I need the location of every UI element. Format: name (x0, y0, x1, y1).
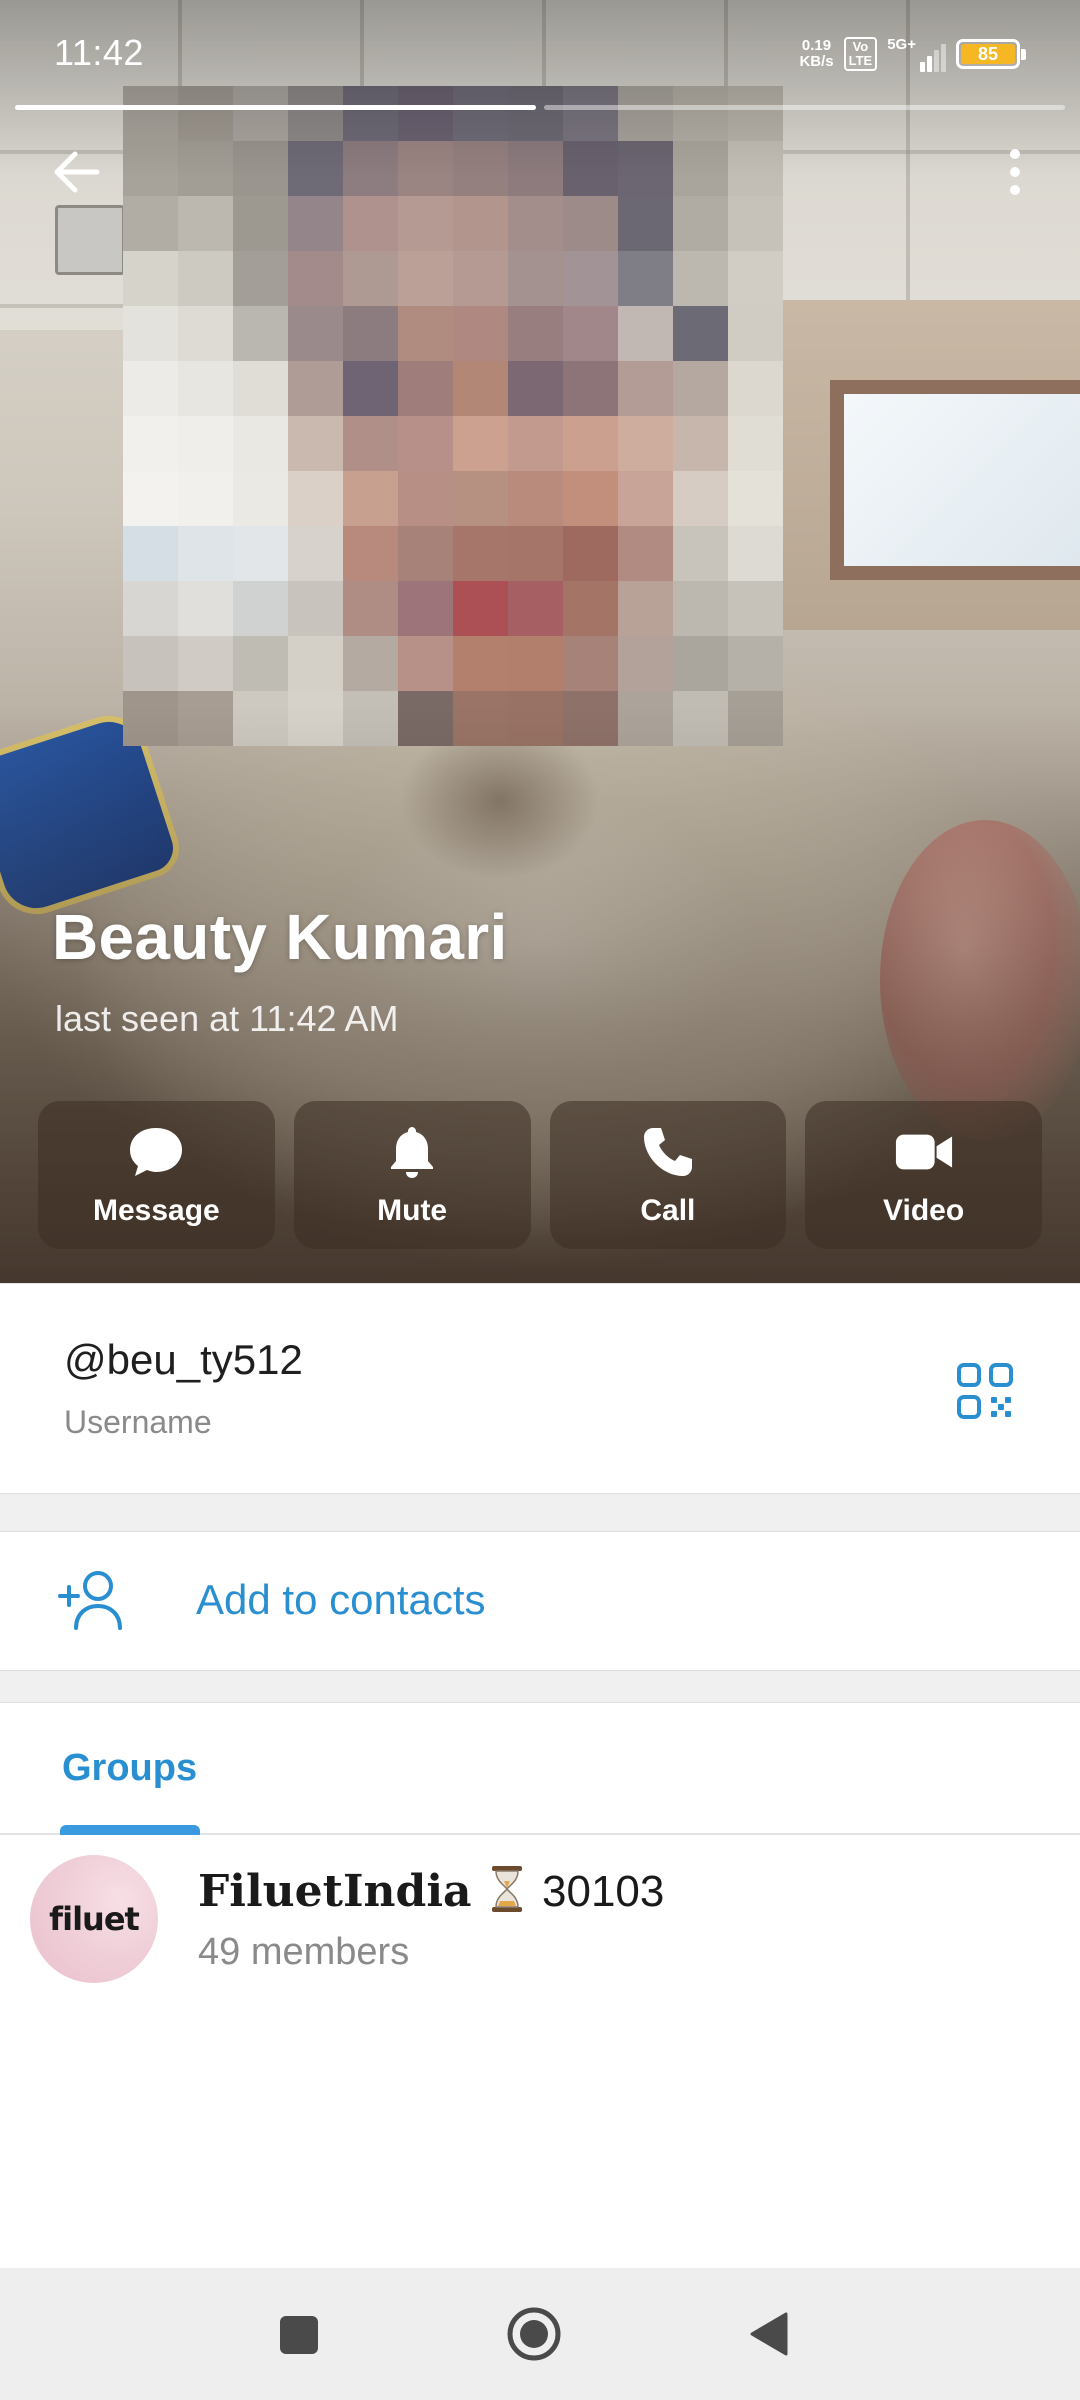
profile-tabs: Groups (0, 1703, 1080, 1835)
call-label: Call (640, 1194, 696, 1227)
call-button[interactable]: Call (549, 1101, 787, 1249)
phone-icon (638, 1122, 698, 1182)
profile-name: Beauty Kumari (52, 901, 508, 973)
battery-tip (1021, 49, 1026, 60)
status-time: 11:42 (54, 32, 144, 73)
last-seen-status: last seen at 11:42 AM (55, 998, 399, 1039)
arrow-left-icon (54, 151, 100, 193)
more-options-button[interactable] (990, 140, 1040, 204)
message-icon (126, 1122, 186, 1182)
story-segment (544, 105, 1065, 110)
signal-bar (920, 62, 925, 72)
battery-icon: 85 (956, 39, 1026, 69)
signal-label: 5G+ (887, 36, 916, 53)
tab-groups[interactable]: Groups (62, 1747, 197, 1790)
back-button[interactable] (44, 140, 108, 204)
status-bar: 11:42 0.19 KB/s Vo LTE 5G+ 85 (0, 0, 1080, 100)
mute-button[interactable]: Mute (293, 1101, 531, 1249)
group-avatar: filuet (30, 1855, 158, 1983)
back-triangle-icon[interactable] (748, 2310, 790, 2358)
volte-icon: Vo LTE (843, 37, 878, 71)
signal-bar (934, 50, 939, 72)
photo-shade (0, 0, 1080, 1283)
message-button[interactable]: Message (38, 1101, 275, 1249)
video-button[interactable]: Video (805, 1101, 1042, 1249)
action-buttons: Message Mute Call Video (38, 1101, 1042, 1249)
add-to-contacts-button[interactable]: Add to contacts (0, 1532, 1080, 1670)
story-segment (15, 105, 536, 110)
hourglass-icon (490, 1865, 524, 1924)
username-label: Username (64, 1404, 212, 1440)
network-speed-unit: KB/s (799, 53, 834, 70)
profile-header: 11:42 0.19 KB/s Vo LTE 5G+ 85 Beauty Kum… (0, 0, 1080, 1283)
battery-level: 85 (961, 44, 1015, 64)
message-label: Message (93, 1194, 220, 1227)
add-person-icon (56, 1566, 126, 1636)
recent-apps-icon[interactable] (280, 2316, 318, 2354)
video-label: Video (883, 1194, 965, 1227)
group-members-count: 49 members (198, 1931, 410, 1973)
signal-bar (927, 56, 932, 72)
network-speed: 0.19 KB/s (799, 38, 833, 70)
video-icon (894, 1122, 954, 1182)
signal-icon: 5G+ (887, 36, 946, 72)
section-divider (0, 1670, 1080, 1703)
add-to-contacts-label: Add to contacts (196, 1576, 486, 1623)
story-progress (15, 105, 1065, 110)
more-vertical-icon (1010, 149, 1020, 195)
mute-label: Mute (377, 1194, 448, 1227)
group-name: FiluetIndia (198, 1866, 472, 1918)
username-section[interactable]: @beu_ty512 Username (0, 1283, 1080, 1493)
username-value[interactable]: @beu_ty512 (64, 1336, 303, 1384)
qr-code-icon (957, 1363, 1013, 1419)
group-code: 30103 (542, 1867, 665, 1917)
status-indicators: 0.19 KB/s Vo LTE 5G+ 85 (799, 34, 1026, 74)
volte-line1: Vo (852, 39, 869, 54)
signal-bar (941, 44, 946, 72)
tab-active-indicator (60, 1825, 200, 1835)
bell-icon (382, 1122, 442, 1182)
group-title: FiluetIndia 30103 (198, 1865, 664, 1924)
network-speed-value: 0.19 (801, 37, 832, 54)
volte-line2: LTE (848, 53, 873, 68)
home-icon[interactable] (506, 2306, 562, 2362)
list-item[interactable]: filuet FiluetIndia 30103 49 members (0, 1835, 1080, 1995)
system-nav-bar (0, 2268, 1080, 2400)
qr-code-button[interactable] (956, 1362, 1014, 1420)
profile-screen: 11:42 0.19 KB/s Vo LTE 5G+ 85 Beauty Kum… (0, 0, 1080, 2400)
group-avatar-logo: filuet (49, 1900, 140, 1938)
section-divider (0, 1493, 1080, 1532)
